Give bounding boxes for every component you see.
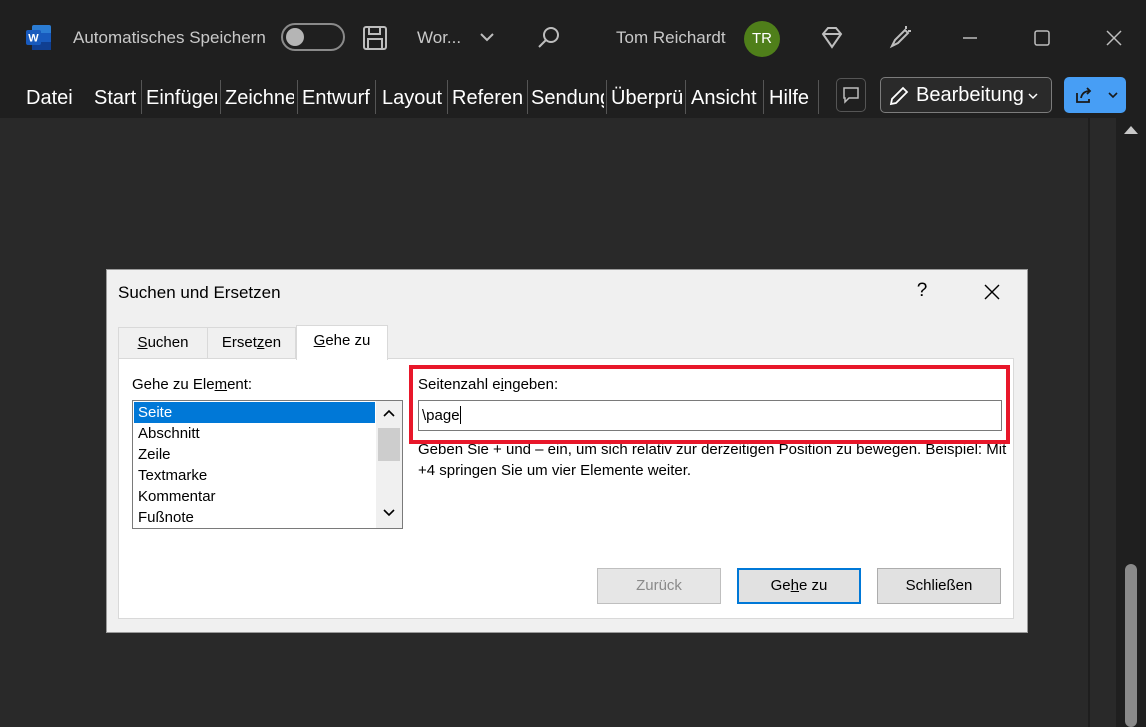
minimize-icon[interactable] — [956, 24, 984, 52]
chevron-down-icon — [1028, 93, 1038, 100]
ribbon-tab-zeichnen[interactable]: Zeichnen — [225, 86, 294, 112]
ribbon-tab-hilfe[interactable]: Hilfe — [769, 86, 813, 112]
back-button[interactable]: Zurück — [597, 568, 721, 604]
ribbon-tab-start[interactable]: Start — [94, 86, 138, 112]
ribbon-tabs: Datei Start Einfügen Zeichnen Entwurf La… — [0, 76, 1146, 118]
chevron-down-icon[interactable] — [478, 27, 496, 47]
avatar[interactable]: TR — [744, 21, 780, 57]
ribbon-tab-ueberpruefen[interactable]: Überprüfen — [611, 86, 682, 112]
chevron-down-icon — [1108, 92, 1118, 99]
title-bar: W Automatisches Speichern Wor... Tom Rei… — [0, 0, 1146, 76]
close-button[interactable]: Schließen — [877, 568, 1001, 604]
svg-text:W: W — [28, 33, 39, 45]
tab-goto[interactable]: Gehe zu — [296, 325, 388, 360]
editing-mode-label: Bearbeitung — [916, 84, 1024, 106]
pencil-icon — [889, 86, 909, 106]
list-item[interactable]: Seite — [134, 402, 375, 423]
scrollbar-thumb[interactable] — [378, 428, 400, 461]
list-item[interactable]: Abschnitt — [134, 423, 375, 444]
list-item[interactable]: Kommentar — [134, 486, 375, 507]
document-scrollbar[interactable] — [1116, 118, 1146, 727]
close-window-icon[interactable] — [1100, 24, 1128, 52]
document-name[interactable]: Wor... — [417, 28, 461, 48]
user-name[interactable]: Tom Reichardt — [616, 28, 726, 48]
autosave-toggle[interactable] — [281, 23, 345, 51]
scrollbar-thumb[interactable] — [1125, 564, 1137, 727]
list-item[interactable]: Textmarke — [134, 465, 375, 486]
comments-button[interactable] — [836, 78, 866, 112]
ribbon-tab-sendungen[interactable]: Sendungen — [531, 86, 604, 112]
share-button[interactable] — [1064, 77, 1126, 113]
list-item[interactable]: Zeile — [134, 444, 375, 465]
listbox-scrollbar[interactable] — [376, 401, 402, 528]
highlight-annotation — [409, 365, 1010, 444]
editing-mode-button[interactable]: Bearbeitung — [880, 77, 1052, 113]
ribbon-tab-datei[interactable]: Datei — [26, 86, 76, 112]
ribbon-tab-einfuegen[interactable]: Einfügen — [146, 86, 217, 112]
scroll-down-icon[interactable] — [383, 509, 395, 517]
ribbon-tab-ansicht[interactable]: Ansicht — [691, 86, 758, 112]
list-item[interactable]: Fußnote — [134, 507, 375, 528]
autosave-label: Automatisches Speichern — [73, 28, 266, 47]
ribbon-tab-layout[interactable]: Layout — [382, 86, 444, 112]
goto-button[interactable]: Gehe zu — [737, 568, 861, 604]
element-listbox[interactable]: Seite Abschnitt Zeile Textmarke Kommenta… — [132, 400, 403, 529]
page-edge — [1088, 118, 1090, 727]
close-icon[interactable] — [980, 280, 1004, 304]
ribbon-tab-entwurf[interactable]: Entwurf — [302, 86, 372, 112]
hint-text: Geben Sie + und – ein, um sich relativ z… — [418, 441, 1007, 479]
help-button[interactable]: ? — [914, 280, 930, 302]
maximize-icon[interactable] — [1028, 24, 1056, 52]
comment-icon — [843, 87, 859, 104]
element-label: Gehe zu Element: — [132, 376, 253, 393]
scroll-up-icon[interactable] — [1124, 126, 1138, 134]
share-icon — [1076, 87, 1092, 103]
search-icon[interactable] — [535, 24, 563, 52]
pen-sparkle-icon[interactable] — [886, 24, 914, 52]
save-icon[interactable] — [361, 24, 389, 52]
ribbon-tab-referenzen[interactable]: Referenzen — [452, 86, 524, 112]
find-replace-dialog: Suchen und Ersetzen ? Suchen Ersetzen Ge… — [107, 270, 1027, 632]
dialog-title: Suchen und Ersetzen — [118, 283, 281, 302]
word-logo-icon: W — [26, 25, 51, 50]
tab-replace[interactable]: Ersetzen — [207, 327, 296, 358]
scroll-up-icon[interactable] — [383, 409, 395, 417]
diamond-icon[interactable] — [818, 24, 846, 52]
tab-search[interactable]: Suchen — [118, 327, 208, 358]
